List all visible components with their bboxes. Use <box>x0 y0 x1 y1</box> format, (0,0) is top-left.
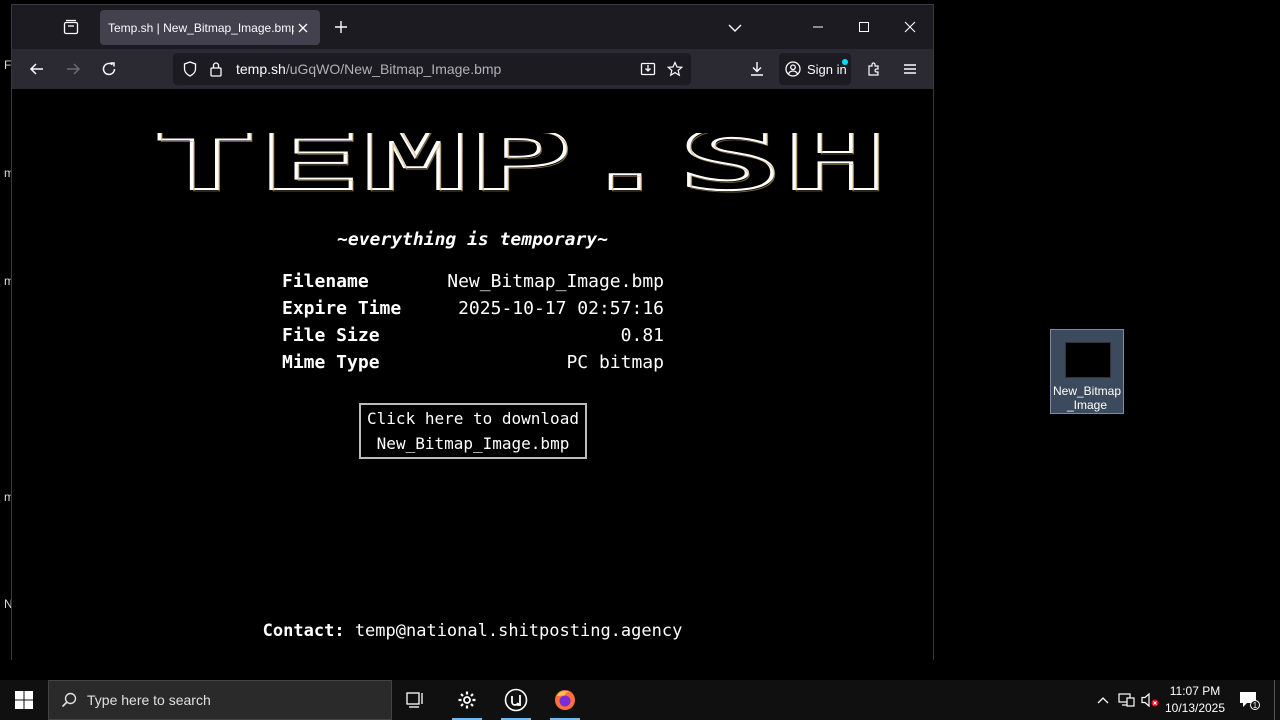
info-row-mime-type: Mime Type PC bitmap <box>282 352 664 376</box>
contact-email[interactable]: temp@national.shitposting.agency <box>355 621 683 641</box>
volume-tray-icon[interactable] <box>1140 690 1160 710</box>
info-value: 0.81 <box>620 325 664 346</box>
reload-button[interactable] <box>95 55 123 83</box>
install-page-button[interactable] <box>639 60 657 78</box>
taskbar-settings-app[interactable] <box>444 680 490 720</box>
desktop-file-icon[interactable]: New_Bitmap _Image <box>1050 329 1124 414</box>
bitmap-file-icon <box>1065 342 1111 378</box>
clock-time: 11:07 PM <box>1169 684 1221 698</box>
windows-logo-icon <box>15 691 33 709</box>
info-label: File Size <box>282 325 380 346</box>
download-button[interactable]: Click here to download New_Bitmap_Image.… <box>359 403 587 459</box>
start-button[interactable] <box>0 680 48 720</box>
tagline: ~everything is temporary~ <box>337 229 608 250</box>
puzzle-icon <box>868 62 879 76</box>
close-icon <box>298 23 308 32</box>
tab-temp-sh[interactable]: Temp.sh | New_Bitmap_Image.bmp <box>100 10 320 45</box>
lock-icon <box>210 62 222 77</box>
page-content: TEMP.SH TEMP.SH ~everything is temporary… <box>12 89 933 660</box>
minimize-icon <box>813 26 823 28</box>
url-bar[interactable]: temp.sh/uGqWO/New_Bitmap_Image.bmp <box>173 53 691 85</box>
downloads-button[interactable] <box>743 55 771 83</box>
arrow-right-icon <box>67 63 81 75</box>
info-label: Expire Time <box>282 298 402 319</box>
show-desktop-button[interactable] <box>1274 680 1275 720</box>
chevron-down-icon <box>728 24 742 32</box>
info-row-expire-time: Expire Time 2025-10-17 02:57:16 <box>282 298 664 322</box>
firefox-icon <box>555 690 575 710</box>
browser-window: Temp.sh | New_Bitmap_Image.bmp temp.sh/u… <box>11 4 934 660</box>
reload-icon <box>102 62 116 76</box>
extensions-button[interactable] <box>860 55 888 83</box>
back-button[interactable] <box>23 55 51 83</box>
task-view-button[interactable] <box>393 680 439 720</box>
app-menu-button[interactable] <box>896 55 924 83</box>
task-view-icon <box>406 692 423 708</box>
sign-in-label: Sign in <box>807 61 847 77</box>
maximize-button[interactable] <box>841 5 887 49</box>
tracking-protection-icon[interactable] <box>181 60 199 78</box>
install-icon <box>640 62 656 76</box>
forward-button[interactable] <box>59 55 87 83</box>
info-value: New_Bitmap_Image.bmp <box>447 271 664 292</box>
download-filename: New_Bitmap_Image.bmp <box>376 434 570 453</box>
maximize-icon <box>859 22 869 32</box>
notification-icon: 1 <box>1240 692 1260 710</box>
taskbar: Type here to search 11:07 PM 10/13/2025 … <box>0 680 1280 720</box>
taskbar-unreal-app[interactable] <box>493 680 539 720</box>
speaker-muted-icon <box>1141 692 1159 708</box>
taskbar-firefox-app[interactable] <box>542 680 588 720</box>
taskbar-clock[interactable]: 11:07 PM 10/13/2025 <box>1160 683 1230 717</box>
firefox-view-icon <box>63 19 79 35</box>
site-info-button[interactable] <box>207 60 225 78</box>
download-label: Click here to download <box>367 409 579 428</box>
hamburger-icon <box>904 64 916 74</box>
show-hidden-icons-button[interactable] <box>1093 690 1113 710</box>
sign-in-button[interactable]: Sign in <box>779 53 851 85</box>
close-icon <box>904 21 916 33</box>
account-icon <box>785 61 801 77</box>
taskbar-search-box[interactable]: Type here to search <box>48 680 392 720</box>
gear-icon <box>458 691 476 709</box>
info-label: Mime Type <box>282 352 380 373</box>
tab-bar: Temp.sh | New_Bitmap_Image.bmp <box>12 5 933 49</box>
info-row-filename: Filename New_Bitmap_Image.bmp <box>282 271 664 295</box>
new-tab-button[interactable] <box>330 16 352 38</box>
notification-count: 1 <box>1253 701 1258 710</box>
svg-text:TEMP.SH: TEMP.SH <box>154 133 890 197</box>
minimize-button[interactable] <box>795 5 841 49</box>
info-row-file-size: File Size 0.81 <box>282 325 664 349</box>
star-icon <box>667 61 683 77</box>
contact-line: Contact: temp@national.shitposting.agenc… <box>12 621 933 641</box>
temp-sh-logo: TEMP.SH TEMP.SH <box>151 133 890 197</box>
chevron-up-icon <box>1097 697 1109 704</box>
firefox-view-button[interactable] <box>60 16 82 38</box>
url-text[interactable]: temp.sh/uGqWO/New_Bitmap_Image.bmp <box>236 61 501 77</box>
notification-center-button[interactable]: 1 <box>1236 688 1262 712</box>
window-close-button[interactable] <box>887 5 933 49</box>
network-icon <box>1118 693 1135 707</box>
tab-close-button[interactable] <box>294 19 312 37</box>
download-icon <box>751 62 763 76</box>
notification-dot <box>842 59 848 65</box>
search-placeholder: Type here to search <box>87 692 211 708</box>
unreal-engine-icon <box>504 688 528 712</box>
info-value: PC bitmap <box>566 352 664 373</box>
desktop-file-label: New_Bitmap _Image <box>1052 384 1122 412</box>
nav-toolbar: temp.sh/uGqWO/New_Bitmap_Image.bmp Sign … <box>12 49 933 89</box>
list-all-tabs-button[interactable] <box>724 17 746 39</box>
tab-title: Temp.sh | New_Bitmap_Image.bmp <box>108 20 294 35</box>
arrow-left-icon <box>29 63 43 75</box>
contact-label: Contact: <box>262 621 345 641</box>
network-tray-icon[interactable] <box>1117 690 1137 710</box>
clock-date: 10/13/2025 <box>1164 701 1226 715</box>
bookmark-button[interactable] <box>666 60 684 78</box>
info-value: 2025-10-17 02:57:16 <box>458 298 664 319</box>
shield-icon <box>183 61 197 77</box>
info-label: Filename <box>282 271 369 292</box>
plus-icon <box>335 21 347 33</box>
search-icon <box>61 692 77 708</box>
